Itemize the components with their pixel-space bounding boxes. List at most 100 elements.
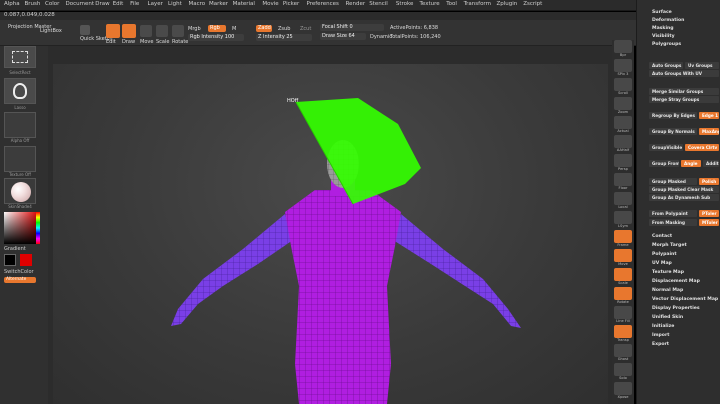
panel-item-initialize[interactable]: Initialize [652,324,674,329]
menu-item-picker[interactable]: Picker [283,1,299,7]
menu-item-stroke[interactable]: Stroke [396,1,414,7]
panel-item-surface[interactable]: Surface [652,10,672,15]
color-picker[interactable] [4,212,36,244]
menu-item-zscript[interactable]: Zscript [523,1,542,7]
menu-item-layer[interactable]: Layer [148,1,163,7]
zcut-button[interactable]: Zcut [300,26,311,32]
panel-item-unified-skin[interactable]: Unified Skin [652,315,683,320]
dynamic-button[interactable]: Dynamic [370,34,392,40]
edit-button[interactable] [106,24,120,38]
right-shelf-button-scroll[interactable] [614,78,632,91]
m-button[interactable]: M [232,26,236,32]
right-shelf-button-actual[interactable] [614,116,632,129]
panel-item-visibility[interactable]: Visibility [652,34,675,39]
polygroups-mtoler-button[interactable]: MToler [699,219,719,226]
panel-item-displacement-map[interactable]: Displacement Map [652,279,700,284]
lightbox-button[interactable]: LightBox [40,28,62,34]
hue-strip[interactable] [36,212,40,244]
quick-sketch-icon[interactable] [80,25,90,35]
draw-size-slider[interactable]: Draw Size 64 [320,33,366,40]
right-shelf-button-persp[interactable] [614,154,632,167]
polygroups-auto-groups-uv-button[interactable]: Auto Groups With UV [649,70,719,77]
polygroups-ptoler-button[interactable]: PToler [699,210,719,217]
alpha-off-slot[interactable] [4,112,36,138]
right-shelf-button-spix-3[interactable] [614,59,632,72]
menu-item-marker[interactable]: Marker [209,1,228,7]
right-shelf-button-aahalf[interactable] [614,135,632,148]
rgb-intensity-slider[interactable]: Rgb Intensity 100 [188,34,244,41]
polygroups-edge-1-button[interactable]: Edge 1 [699,112,719,119]
secondary-color-swatch[interactable] [20,254,32,266]
polygroups-group-front-button[interactable]: Group Front [649,160,679,167]
right-shelf-button-ghost[interactable] [614,344,632,357]
alternate-button[interactable]: Alternate [4,277,36,283]
right-shelf-button-move[interactable] [614,249,632,262]
panel-item-normal-map[interactable]: Normal Map [652,288,683,293]
draw-button[interactable] [122,24,136,38]
polygroups-group-dynamesh-button[interactable]: Group As Dynamesh Sub [649,194,719,201]
menu-item-macro[interactable]: Macro [189,1,206,7]
polygroups-group-masked-clear-button[interactable]: Group Masked Clear Mask [649,186,719,193]
menu-item-transform[interactable]: Transform [464,1,491,7]
canvas-viewport[interactable]: HOff [53,64,608,404]
right-shelf-button-solo[interactable] [614,363,632,376]
menu-item-draw[interactable]: Draw [95,1,109,7]
polygroups-from-masking-button[interactable]: From Masking [649,219,697,226]
polygroups-angle-button[interactable]: Angle [681,160,701,167]
panel-item-contact[interactable]: Contact [652,234,672,239]
polygroups-merge-stray-button[interactable]: Merge Stray Groups [649,96,719,103]
panel-item-texture-map[interactable]: Texture Map [652,270,684,275]
menu-item-material[interactable]: Material [233,1,255,7]
menu-item-tool[interactable]: Tool [446,1,457,7]
rotate-button[interactable] [172,25,184,37]
right-shelf-button-lsym[interactable] [614,211,632,224]
polygroups-auto-groups-button[interactable]: Auto Groups [649,62,683,69]
zadd-button[interactable]: Zadd [256,25,272,32]
polygroups-group-normals-button[interactable]: Group By Normals [649,128,697,135]
right-shelf-button-zoom[interactable] [614,97,632,110]
menu-item-stencil[interactable]: Stencil [369,1,388,7]
main-color-swatch[interactable] [4,254,16,266]
menu-item-edit[interactable]: Edit [113,1,124,7]
panel-item-masking[interactable]: Masking [652,26,674,31]
polygroups-group-masked-button[interactable]: Group Masked [649,178,697,185]
panel-item-export[interactable]: Export [652,342,669,347]
switch-color-button[interactable]: SwitchColor [4,269,34,275]
z-intensity-slider[interactable]: Z Intensity 25 [256,34,312,41]
polygroups-from-polypaint-button[interactable]: From Polypaint [649,210,697,217]
right-shelf-button-frame[interactable] [614,230,632,243]
rgb-button[interactable]: Rgb [208,25,226,32]
lasso-stroke[interactable] [4,78,36,104]
polygroups-group-visible-button[interactable]: GroupVisible [649,144,683,151]
select-rect-brush[interactable] [4,46,36,68]
panel-item-polygroups[interactable]: Polygroups [652,42,681,47]
menu-item-file[interactable]: File [130,1,139,7]
panel-item-display-properties[interactable]: Display Properties [652,306,700,311]
scale-button[interactable] [156,25,168,37]
right-shelf-button-rotate[interactable] [614,287,632,300]
panel-item-uv-map[interactable]: UV Map [652,261,672,266]
polygroups-maxang-button[interactable]: MaxAng [699,128,719,135]
panel-item-import[interactable]: Import [652,333,669,338]
menu-item-alpha[interactable]: Alpha [4,1,20,7]
panel-item-deformation[interactable]: Deformation [652,18,684,23]
move-button[interactable] [140,25,152,37]
menu-item-color[interactable]: Color [45,1,59,7]
panel-item-polypaint[interactable]: Polypaint [652,252,677,257]
polygroups-uv-groups-button[interactable]: Uv Groups [685,62,719,69]
polygroups-regroup-edges-button[interactable]: Regroup By Edges [649,112,697,119]
menu-item-zplugin[interactable]: Zplugin [497,1,518,7]
panel-item-morph-target[interactable]: Morph Target [652,243,687,248]
material-slot[interactable] [4,178,36,204]
menu-item-texture[interactable]: Texture [420,1,440,7]
right-shelf-button-scale[interactable] [614,268,632,281]
polygroups-polish-button[interactable]: Polish [699,178,719,185]
polygroups-merge-similar-button[interactable]: Merge Similar Groups [649,88,719,95]
polygroups-coverage-button[interactable]: Covera Clrtv [685,144,719,151]
menu-item-document[interactable]: Document [66,1,95,7]
panel-item-vector-displacement-map[interactable]: Vector Displacement Map [652,297,718,302]
polygroups-additive-button[interactable]: Additi [703,160,719,167]
right-shelf-button-bpr[interactable] [614,40,632,53]
zsub-button[interactable]: Zsub [278,26,290,32]
menu-item-brush[interactable]: Brush [25,1,41,7]
